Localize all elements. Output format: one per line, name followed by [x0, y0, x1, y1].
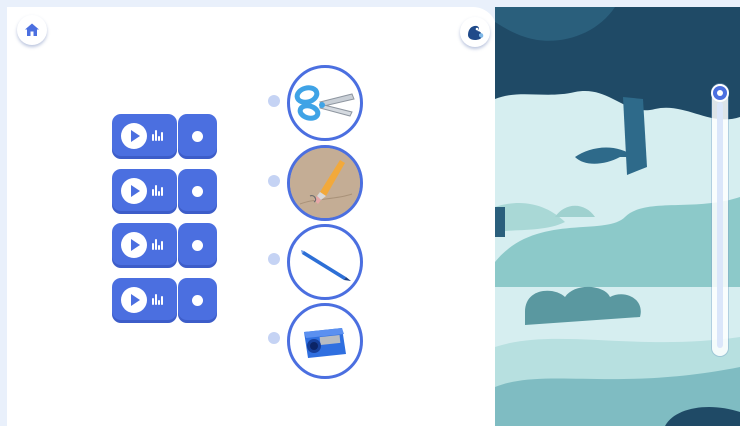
- record-button[interactable]: [178, 169, 217, 214]
- waveform-icon: [152, 129, 164, 141]
- scissors-icon: [294, 85, 355, 121]
- pencil-icon: [290, 148, 360, 218]
- record-icon: [192, 240, 203, 251]
- pen-icon: [301, 250, 351, 281]
- play-icon: [121, 287, 147, 313]
- match-dot[interactable]: [268, 175, 280, 187]
- picture-item-sharpener[interactable]: [287, 303, 363, 379]
- record-button[interactable]: [178, 114, 217, 159]
- forest-illustration: [495, 7, 740, 426]
- mascot-button[interactable]: [460, 17, 490, 47]
- record-button[interactable]: [178, 278, 217, 323]
- forest-scene-image: [495, 7, 740, 426]
- waveform-icon: [152, 238, 164, 250]
- sharpener-icon: [304, 328, 346, 358]
- match-dot[interactable]: [268, 95, 280, 107]
- play-icon: [121, 178, 147, 204]
- record-button[interactable]: [178, 223, 217, 268]
- waveform-icon: [152, 184, 164, 196]
- record-icon: [192, 186, 203, 197]
- play-audio-button[interactable]: [112, 169, 177, 214]
- scrollbar-thumb[interactable]: [713, 86, 727, 100]
- play-audio-button[interactable]: [112, 223, 177, 268]
- activity-card: [7, 7, 497, 426]
- home-button[interactable]: [17, 15, 47, 45]
- picture-item-pencil[interactable]: [287, 145, 363, 221]
- play-icon: [121, 123, 147, 149]
- match-dot[interactable]: [268, 332, 280, 344]
- play-audio-button[interactable]: [112, 114, 177, 159]
- home-icon: [25, 23, 39, 36]
- picture-item-pen[interactable]: [287, 224, 363, 300]
- scrollbar[interactable]: [712, 84, 728, 356]
- mascot-icon: [468, 25, 484, 40]
- picture-item-scissors[interactable]: [287, 65, 363, 141]
- record-icon: [192, 295, 203, 306]
- record-icon: [192, 131, 203, 142]
- match-dot[interactable]: [268, 253, 280, 265]
- play-icon: [121, 232, 147, 258]
- play-audio-button[interactable]: [112, 278, 177, 323]
- waveform-icon: [152, 293, 164, 305]
